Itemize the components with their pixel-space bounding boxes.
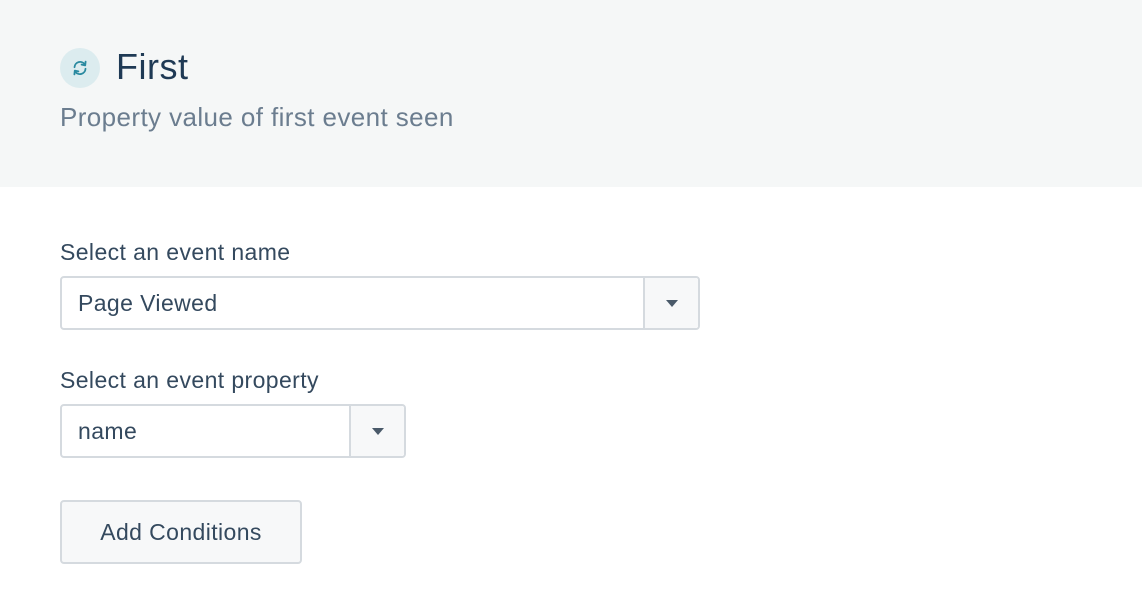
event-name-dropdown-toggle[interactable] bbox=[643, 278, 698, 328]
refresh-icon bbox=[60, 48, 100, 88]
event-name-select[interactable]: Page Viewed bbox=[60, 276, 700, 330]
refresh-icon-glyph bbox=[73, 60, 87, 76]
event-property-value: name bbox=[78, 418, 138, 444]
page-subtitle: Property value of first event seen bbox=[60, 102, 454, 132]
event-name-label: Select an event name bbox=[60, 239, 291, 265]
event-property-dropdown-toggle[interactable] bbox=[349, 406, 404, 456]
event-name-value: Page Viewed bbox=[78, 290, 218, 316]
add-conditions-button[interactable]: Add Conditions bbox=[60, 500, 302, 564]
chevron-down-icon bbox=[371, 427, 384, 435]
chevron-down-icon bbox=[665, 299, 678, 307]
page-title: First bbox=[116, 46, 189, 87]
event-property-select[interactable]: name bbox=[60, 404, 406, 458]
header: First Property value of first event seen bbox=[0, 0, 1142, 187]
event-property-label: Select an event property bbox=[60, 367, 319, 393]
